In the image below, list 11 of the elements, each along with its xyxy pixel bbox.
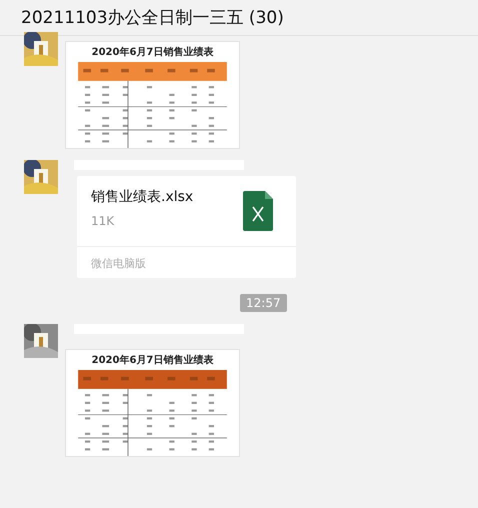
timestamp: 12:57: [240, 294, 287, 312]
file-card[interactable]: 销售业绩表.xlsx 11K 微信电脑版: [77, 176, 296, 278]
table-title: 2020年6月7日销售业绩表: [92, 46, 214, 60]
table-title: 2020年6月7日销售业绩表: [92, 354, 214, 368]
source-label: 微信电脑版: [91, 257, 146, 270]
spreadsheet-image[interactable]: 2020年6月7日销售业绩表: [66, 350, 239, 456]
chat-title: 20211103办公全日制一三五 (30): [21, 7, 284, 29]
spreadsheet-image[interactable]: 2020年6月7日销售业绩表: [66, 42, 239, 148]
file-name: 销售业绩表.xlsx: [91, 188, 194, 206]
file-size: 11K: [91, 214, 116, 228]
spreadsheet-file-icon: [243, 191, 273, 231]
